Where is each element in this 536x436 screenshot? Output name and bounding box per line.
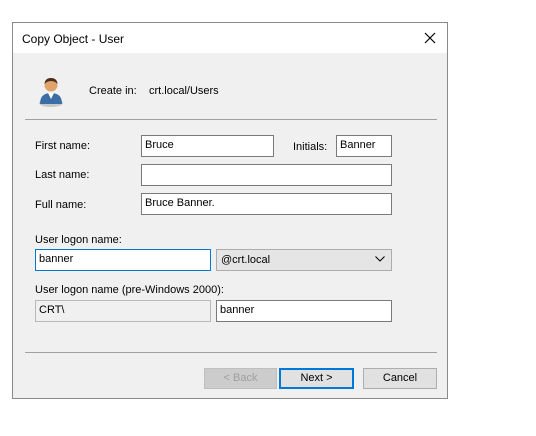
logon-name-label: User logon name: [35, 234, 122, 246]
logon-name-field[interactable]: banner [35, 249, 211, 271]
title-bar: Copy Object - User [13, 23, 447, 53]
user-icon [39, 78, 63, 107]
initials-field[interactable]: Banner [336, 135, 392, 157]
upn-suffix-dropdown[interactable]: @crt.local [216, 249, 392, 271]
next-button[interactable]: Next > [279, 368, 354, 389]
pre2000-logon-field[interactable]: banner [216, 300, 392, 322]
upn-suffix-value: @crt.local [221, 254, 271, 266]
last-name-field[interactable] [141, 164, 392, 186]
last-name-label: Last name: [35, 169, 90, 181]
chevron-down-icon [375, 256, 385, 262]
back-button[interactable]: < Back [204, 368, 277, 389]
initials-label: Initials: [293, 141, 328, 153]
cancel-button[interactable]: Cancel [363, 368, 437, 389]
first-name-label: First name: [35, 140, 91, 152]
pre2000-domain-field: CRT\ [35, 300, 211, 322]
create-in-label: Create in: [89, 85, 137, 97]
pre2000-label: User logon name (pre-Windows 2000): [35, 284, 224, 296]
bottom-separator [25, 352, 437, 353]
window-title: Copy Object - User [22, 32, 125, 46]
first-name-field[interactable]: Bruce [141, 135, 274, 157]
full-name-field[interactable]: Bruce Banner. [141, 193, 392, 215]
top-separator [25, 119, 437, 120]
create-in-value: crt.local/Users [149, 85, 219, 97]
close-icon [424, 32, 436, 44]
full-name-label: Full name: [35, 199, 87, 211]
copy-object-user-dialog: Copy Object - User Create in: crt.local/… [12, 22, 448, 399]
close-button[interactable] [413, 23, 447, 53]
